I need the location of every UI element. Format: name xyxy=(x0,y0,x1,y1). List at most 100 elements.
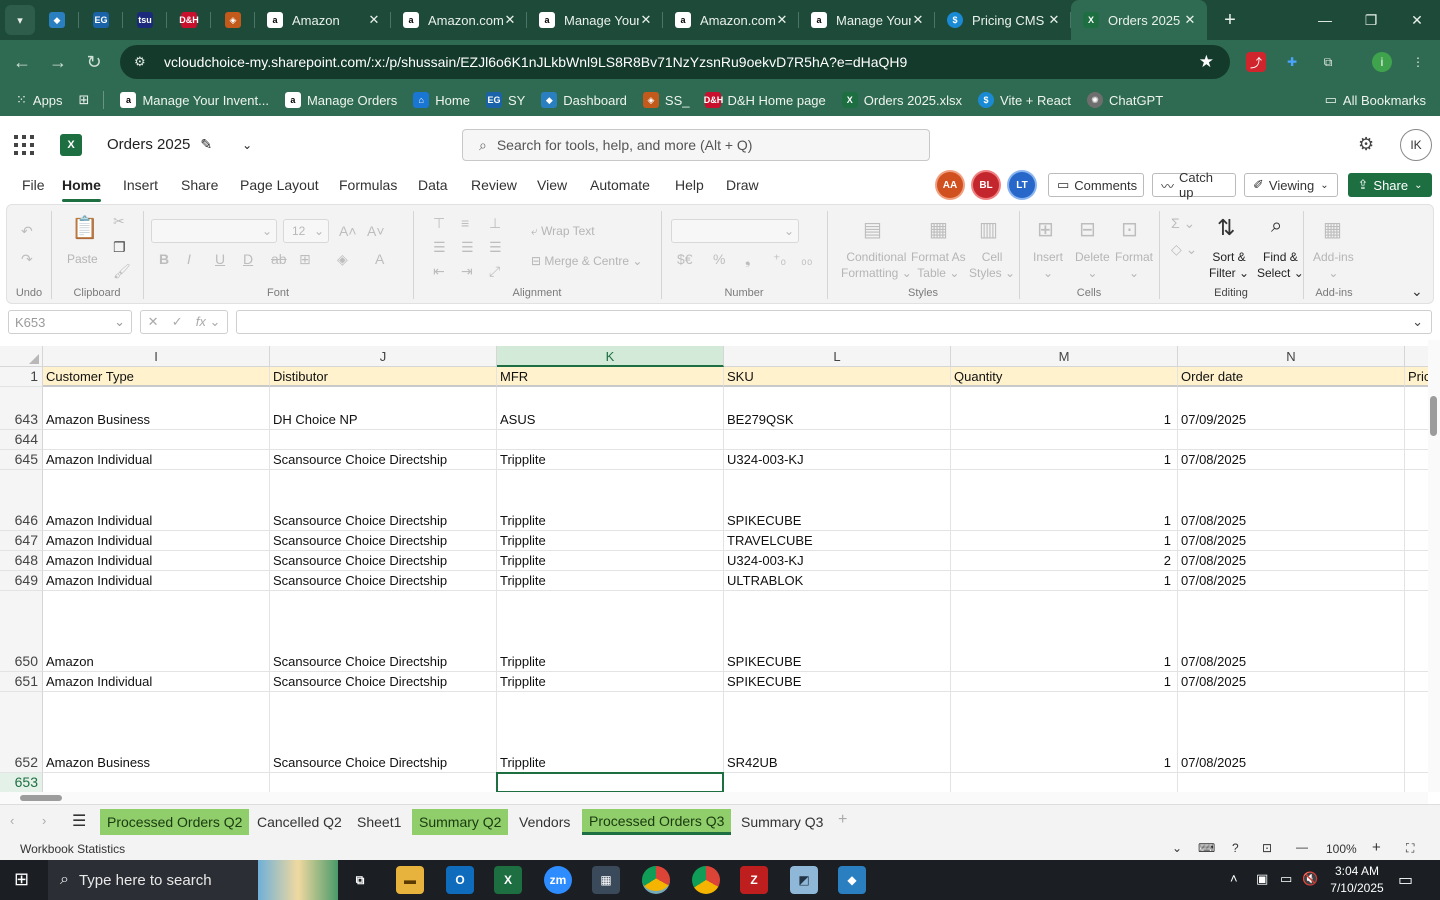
column-title-cell[interactable]: Customer Type xyxy=(43,367,270,387)
font-size-select[interactable]: 12 ⌄ xyxy=(283,219,329,243)
close-tab-icon[interactable]: ✕ xyxy=(1183,12,1197,28)
outlook-icon[interactable]: O xyxy=(446,866,474,894)
orientation-icon[interactable]: ⤢ xyxy=(489,263,500,280)
increase-decimal-icon[interactable]: ⁺₀ xyxy=(773,251,786,268)
table-cell[interactable]: Tripplite xyxy=(497,470,724,531)
table-cell[interactable]: Amazon Individual xyxy=(43,531,270,551)
all-sheets-icon[interactable]: ☰ xyxy=(72,811,86,831)
table-cell[interactable]: SPIKECUBE xyxy=(724,470,951,531)
table-cell[interactable] xyxy=(724,430,951,450)
volume-muted-icon[interactable]: 🔇 xyxy=(1302,871,1318,887)
row-header[interactable]: 650 xyxy=(0,591,43,672)
table-cell[interactable] xyxy=(1178,773,1405,792)
sort-filter-button[interactable]: Sort & Filter ⌄ xyxy=(1209,249,1249,281)
table-cell[interactable]: BE279QSK xyxy=(724,387,951,430)
table-cell[interactable]: Tripplite xyxy=(497,450,724,470)
avatar[interactable]: IK xyxy=(1400,129,1432,161)
tab-help[interactable]: Help xyxy=(675,177,704,193)
tab-home[interactable]: Home xyxy=(62,177,101,202)
tab-share[interactable]: Share xyxy=(181,177,218,193)
acrobat-extension-icon[interactable]: ⤴ xyxy=(1246,52,1266,72)
tab-review[interactable]: Review xyxy=(471,177,517,193)
app-launcher-icon[interactable] xyxy=(14,135,34,155)
row-header[interactable]: 652 xyxy=(0,692,43,773)
table-cell[interactable]: Scansource Choice Directship xyxy=(270,571,497,591)
bookmark-dh-home[interactable]: D&H D&H Home page xyxy=(704,92,826,108)
tab-page-layout[interactable]: Page Layout xyxy=(240,177,319,193)
bookmark-sy[interactable]: EG SY xyxy=(485,92,525,108)
grow-font-icon[interactable]: A˄ xyxy=(339,223,357,239)
column-header[interactable]: N xyxy=(1178,346,1405,367)
italic-icon[interactable]: I xyxy=(187,251,191,267)
row-header[interactable]: 644 xyxy=(0,430,43,450)
chevron-down-icon[interactable]: ⌄ xyxy=(1412,314,1423,330)
column-title-cell[interactable]: SKU xyxy=(724,367,951,387)
align-top-icon[interactable]: ⊤ xyxy=(433,215,445,232)
row-header[interactable]: 645 xyxy=(0,450,43,470)
row-header[interactable]: 648 xyxy=(0,551,43,571)
pinned-tab-1[interactable]: ◆ xyxy=(35,0,79,40)
chrome-icon[interactable] xyxy=(642,866,670,894)
table-cell[interactable]: Scansource Choice Directship xyxy=(270,531,497,551)
pinned-tab-4[interactable]: D&H xyxy=(167,0,211,40)
table-cell[interactable] xyxy=(270,773,497,792)
table-cell[interactable]: Tripplite xyxy=(497,571,724,591)
filezilla-icon[interactable]: Z xyxy=(740,866,768,894)
borders-icon[interactable]: ⊞ xyxy=(299,251,311,268)
table-cell[interactable]: 07/08/2025 xyxy=(1178,470,1405,531)
tab-draw[interactable]: Draw xyxy=(726,177,759,193)
table-cell[interactable]: Tripplite xyxy=(497,591,724,672)
profile-icon[interactable]: i xyxy=(1372,52,1392,72)
forward-icon[interactable]: → xyxy=(40,44,76,80)
format-painter-icon[interactable]: 🖌 xyxy=(113,263,131,280)
row-header[interactable]: 646 xyxy=(0,470,43,531)
excel-icon[interactable]: X xyxy=(494,866,522,894)
scroll-thumb[interactable] xyxy=(20,795,62,801)
add-sheet-icon[interactable]: + xyxy=(838,811,847,829)
table-cell[interactable] xyxy=(951,773,1178,792)
selected-cell[interactable] xyxy=(496,772,724,792)
pinned-tab-3[interactable]: tsu xyxy=(123,0,167,40)
bookmark-ss[interactable]: ◈ SS_ xyxy=(642,92,689,108)
table-cell[interactable]: Amazon Individual xyxy=(43,672,270,692)
font-color-icon[interactable]: A xyxy=(375,251,384,267)
paste-button[interactable]: Paste xyxy=(67,251,98,267)
table-cell[interactable]: DH Choice NP xyxy=(270,387,497,430)
comments-button[interactable]: ▭ Comments xyxy=(1048,173,1144,197)
row-header[interactable]: 643 xyxy=(0,387,43,430)
viewing-mode-button[interactable]: ✐ Viewing ⌄ xyxy=(1244,173,1338,197)
table-cell[interactable] xyxy=(270,430,497,450)
column-header[interactable] xyxy=(1405,346,1428,367)
tab-data[interactable]: Data xyxy=(418,177,448,193)
table-cell[interactable]: Scansource Choice Directship xyxy=(270,591,497,672)
fill-color-icon[interactable]: ◈ xyxy=(337,251,348,268)
bookmark-grid[interactable]: ⊞ xyxy=(79,92,90,108)
table-cell[interactable]: Scansource Choice Directship xyxy=(270,450,497,470)
browser-tab[interactable]: $ Pricing CMS ✕ xyxy=(935,0,1071,40)
table-cell[interactable] xyxy=(1405,470,1428,531)
table-cell[interactable]: Amazon Individual xyxy=(43,450,270,470)
bookmark-manage-inventory[interactable]: a Manage Your Invent... xyxy=(120,92,269,108)
decrease-indent-icon[interactable]: ⇤ xyxy=(433,263,445,280)
autosum-icon[interactable]: Σ ⌄ xyxy=(1171,215,1195,232)
keyboard-icon[interactable]: ⌨ xyxy=(1198,841,1215,855)
bookmark-manage-orders[interactable]: a Manage Orders xyxy=(284,92,397,108)
table-cell[interactable] xyxy=(43,773,270,792)
reload-icon[interactable]: ↻ xyxy=(76,44,112,80)
catch-up-button[interactable]: 〰 Catch up xyxy=(1152,170,1236,200)
select-all-corner[interactable] xyxy=(0,346,43,367)
back-icon[interactable]: ← xyxy=(4,44,40,80)
table-cell[interactable] xyxy=(1405,430,1428,450)
table-cell[interactable] xyxy=(1405,531,1428,551)
tab-insert[interactable]: Insert xyxy=(123,177,158,193)
table-cell[interactable]: Amazon Business xyxy=(43,692,270,773)
sheet-tab[interactable]: Summary Q2 xyxy=(412,809,509,835)
chevron-down-icon[interactable]: ⌄ xyxy=(1172,841,1182,855)
table-cell[interactable] xyxy=(1405,387,1428,430)
scroll-thumb[interactable] xyxy=(1430,396,1437,436)
new-tab-button[interactable]: + xyxy=(1215,9,1245,32)
tab-formulas[interactable]: Formulas xyxy=(339,177,397,193)
table-cell[interactable]: Amazon Individual xyxy=(43,551,270,571)
table-cell[interactable]: 07/08/2025 xyxy=(1178,531,1405,551)
name-box[interactable]: K653 ⌄ xyxy=(8,310,132,334)
